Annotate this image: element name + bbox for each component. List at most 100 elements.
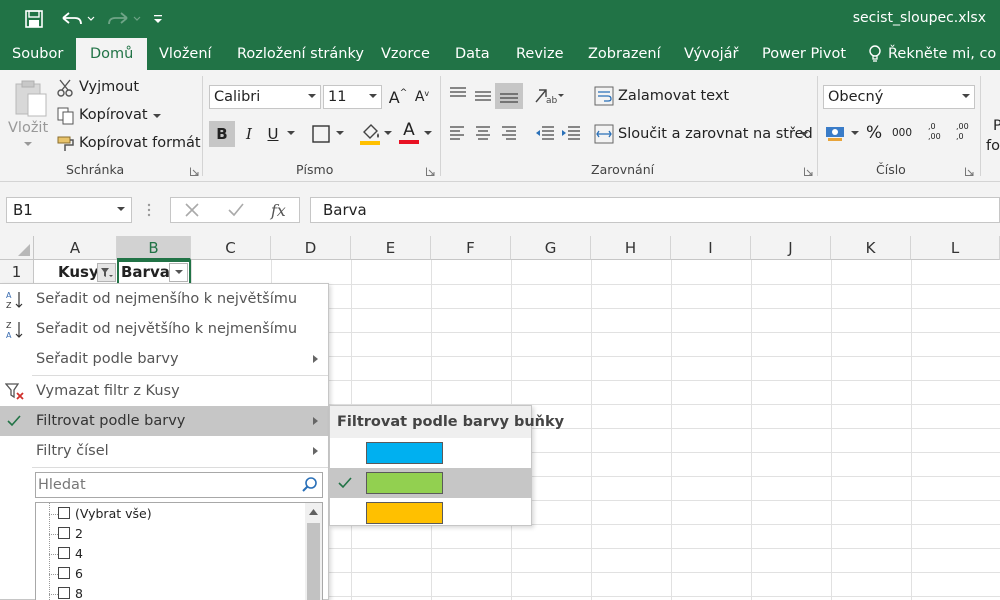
color-option-green[interactable] (330, 468, 531, 498)
column-header-e[interactable]: E (351, 236, 431, 260)
list-item[interactable]: 2 (58, 524, 83, 544)
increase-decimal-button[interactable]: ,0 ,00 (928, 122, 950, 142)
merge-center-button[interactable]: Sloučit a zarovnat na střed (618, 126, 813, 142)
align-left-icon[interactable] (448, 125, 466, 141)
copy-dropdown-icon[interactable] (153, 114, 161, 120)
underline-button[interactable]: U (261, 122, 285, 146)
font-launcher-icon[interactable] (426, 167, 435, 176)
scroll-up-icon[interactable] (309, 509, 318, 515)
tab-vzorce[interactable]: Vzorce (379, 38, 432, 70)
tab-data[interactable]: Data (453, 38, 492, 70)
customize-toolbar-icon[interactable] (150, 8, 166, 30)
cancel-icon[interactable] (184, 202, 200, 218)
list-scrollbar[interactable] (305, 503, 322, 600)
font-name-combo[interactable]: Calibri (209, 85, 321, 109)
insert-function-button[interactable]: fx (271, 201, 286, 220)
styles-partial-label-1[interactable]: P (993, 118, 1000, 134)
number-launcher-icon[interactable] (965, 167, 974, 176)
column-header-b[interactable]: B (117, 236, 191, 260)
list-item[interactable]: 4 (58, 544, 83, 564)
align-bottom-button[interactable] (495, 83, 523, 109)
enter-check-icon[interactable] (227, 202, 245, 218)
menu-number-filters[interactable]: Filtry čísel (0, 436, 328, 466)
fill-color-icon[interactable] (360, 122, 382, 146)
copy-button[interactable]: Kopírovat (79, 107, 148, 123)
tab-soubor[interactable]: Soubor (10, 38, 65, 70)
styles-partial-label-2[interactable]: fo (986, 138, 1000, 154)
format-painter-button[interactable]: Kopírovat formát (79, 135, 201, 151)
align-top-icon[interactable] (448, 86, 468, 104)
borders-icon[interactable] (312, 125, 330, 143)
filter-search-input[interactable]: Hledat (35, 472, 323, 498)
checkbox[interactable] (58, 527, 70, 539)
column-header-i[interactable]: I (671, 236, 751, 260)
menu-clear-filter[interactable]: Vymazat filtr z Kusy (0, 376, 328, 406)
redo-icon[interactable] (104, 8, 144, 30)
scrollbar-thumb[interactable] (307, 523, 320, 600)
checkbox[interactable] (58, 567, 70, 579)
tell-me-search[interactable]: Řekněte mi, co ch (868, 38, 1000, 70)
checkbox[interactable] (58, 507, 70, 519)
thousands-button[interactable]: 000 (892, 127, 912, 139)
column-header-h[interactable]: H (591, 236, 671, 260)
select-all-corner[interactable] (0, 236, 34, 260)
cell-a1[interactable]: Kusy (58, 260, 99, 284)
column-header-d[interactable]: D (271, 236, 351, 260)
tab-vyvojar[interactable]: Vývojář (682, 38, 740, 70)
currency-icon[interactable] (825, 124, 847, 142)
underline-dropdown-icon[interactable] (287, 131, 295, 137)
merge-dropdown-icon[interactable] (800, 132, 808, 138)
align-middle-icon[interactable] (473, 88, 493, 106)
font-color-button[interactable]: A (398, 120, 420, 146)
filter-button-a[interactable] (97, 263, 116, 282)
clipboard-launcher-icon[interactable] (190, 167, 199, 176)
column-header-j[interactable]: J (751, 236, 831, 260)
column-header-k[interactable]: K (831, 236, 911, 260)
checkbox[interactable] (58, 547, 70, 559)
wrap-text-button[interactable]: Zalamovat text (618, 88, 729, 104)
menu-sort-by-color[interactable]: Seřadit podle barvy (0, 344, 328, 374)
menu-sort-descending[interactable]: ZA Seřadit od největšího k nejmenšímu (0, 314, 328, 344)
number-format-combo[interactable]: Obecný (823, 85, 975, 109)
menu-sort-ascending[interactable]: AZ Seřadit od nejmenšího k největšímu (0, 284, 328, 314)
alignment-launcher-icon[interactable] (804, 167, 813, 176)
column-header-c[interactable]: C (191, 236, 271, 260)
undo-icon[interactable] (58, 8, 98, 30)
align-right-icon[interactable] (500, 125, 518, 141)
color-option-blue[interactable] (330, 438, 531, 468)
increase-indent-icon[interactable] (560, 125, 582, 141)
tab-zobrazeni[interactable]: Zobrazení (586, 38, 663, 70)
decrease-decimal-button[interactable]: ,00 ,0 (956, 122, 978, 142)
row-header-1[interactable]: 1 (0, 260, 34, 284)
font-size-combo[interactable]: 11 (323, 85, 382, 109)
tab-vlozeni[interactable]: Vložení (157, 38, 214, 70)
grow-font-button[interactable]: A ^ (386, 85, 410, 109)
column-header-a[interactable]: A (34, 236, 117, 260)
cut-button[interactable]: Vyjmout (79, 79, 139, 95)
decrease-indent-icon[interactable] (534, 125, 556, 141)
font-color-dropdown-icon[interactable] (424, 131, 432, 137)
list-item-select-all[interactable]: (Vybrat vše) (58, 504, 152, 524)
list-item[interactable]: 8 (58, 584, 83, 600)
orientation-icon[interactable]: ab (534, 86, 566, 106)
column-header-l[interactable]: L (911, 236, 1000, 260)
formula-input[interactable]: Barva (310, 197, 1000, 223)
borders-dropdown-icon[interactable] (336, 131, 344, 137)
column-header-f[interactable]: F (431, 236, 511, 260)
shrink-font-button[interactable]: Av (410, 85, 434, 109)
menu-filter-by-color[interactable]: Filtrovat podle barvy (0, 406, 328, 436)
fill-color-dropdown-icon[interactable] (384, 131, 392, 137)
currency-dropdown-icon[interactable] (851, 131, 859, 137)
name-box[interactable]: B1 (6, 197, 132, 223)
tab-domu[interactable]: Domů (76, 38, 148, 70)
align-center-icon[interactable] (474, 125, 492, 141)
paste-button[interactable] (10, 78, 50, 118)
percent-button[interactable]: % (866, 123, 882, 143)
column-header-g[interactable]: G (511, 236, 591, 260)
checkbox[interactable] (58, 587, 70, 599)
tab-revize[interactable]: Revize (514, 38, 566, 70)
tab-rozlozeni-stranky[interactable]: Rozložení stránky (235, 38, 366, 70)
tab-power-pivot[interactable]: Power Pivot (760, 38, 848, 70)
italic-button[interactable]: I (237, 122, 261, 146)
bold-button[interactable]: B (209, 121, 235, 147)
